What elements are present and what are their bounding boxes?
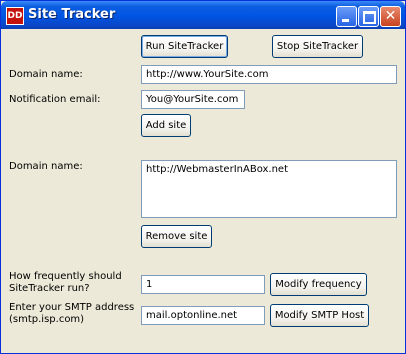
site-list[interactable]: http://WebmasterInABox.net xyxy=(141,160,397,218)
smtp-label: Enter your SMTP address (smtp.isp.com) xyxy=(9,302,134,326)
notification-email-label: Notification email: xyxy=(9,94,101,105)
stop-sitetracker-button[interactable]: Stop SiteTracker xyxy=(272,35,363,58)
run-sitetracker-button[interactable]: Run SiteTracker xyxy=(141,35,228,58)
smtp-label-line2: (smtp.isp.com) xyxy=(9,314,85,325)
frequency-input[interactable]: 1 xyxy=(141,275,265,294)
site-list-item[interactable]: http://WebmasterInABox.net xyxy=(146,164,392,176)
close-button[interactable]: ✕ xyxy=(380,6,401,27)
site-tracker-window: DD Site Tracker ✕ Run SiteTracker Stop S… xyxy=(0,0,406,354)
modify-frequency-button[interactable]: Modify frequency xyxy=(270,273,367,296)
smtp-host-input[interactable]: mail.optonline.net xyxy=(141,306,265,325)
site-list-label: Domain name: xyxy=(9,161,83,172)
modify-smtp-host-button[interactable]: Modify SMTP Host xyxy=(270,304,369,327)
frequency-label: How frequently should SiteTracker run? xyxy=(9,271,122,295)
app-icon[interactable]: DD xyxy=(6,7,24,25)
maximize-button[interactable] xyxy=(358,6,379,27)
close-icon: ✕ xyxy=(384,8,397,24)
frequency-label-line2: SiteTracker run? xyxy=(9,283,90,294)
window-title: Site Tracker xyxy=(28,7,116,22)
notification-email-input[interactable]: You@YourSite.com xyxy=(141,90,245,109)
minimize-icon xyxy=(342,19,349,22)
add-site-button[interactable]: Add site xyxy=(141,114,191,137)
maximize-icon xyxy=(363,11,376,24)
remove-site-button[interactable]: Remove site xyxy=(141,225,212,248)
domain-name-input[interactable]: http://www.YourSite.com xyxy=(141,65,397,84)
minimize-button[interactable] xyxy=(336,6,357,27)
client-area: Run SiteTracker Stop SiteTracker Domain … xyxy=(4,30,402,350)
domain-name-label: Domain name: xyxy=(9,69,83,80)
title-bar[interactable]: DD Site Tracker ✕ xyxy=(1,1,405,29)
frequency-label-line1: How frequently should xyxy=(9,271,122,282)
smtp-label-line1: Enter your SMTP address xyxy=(9,302,135,313)
